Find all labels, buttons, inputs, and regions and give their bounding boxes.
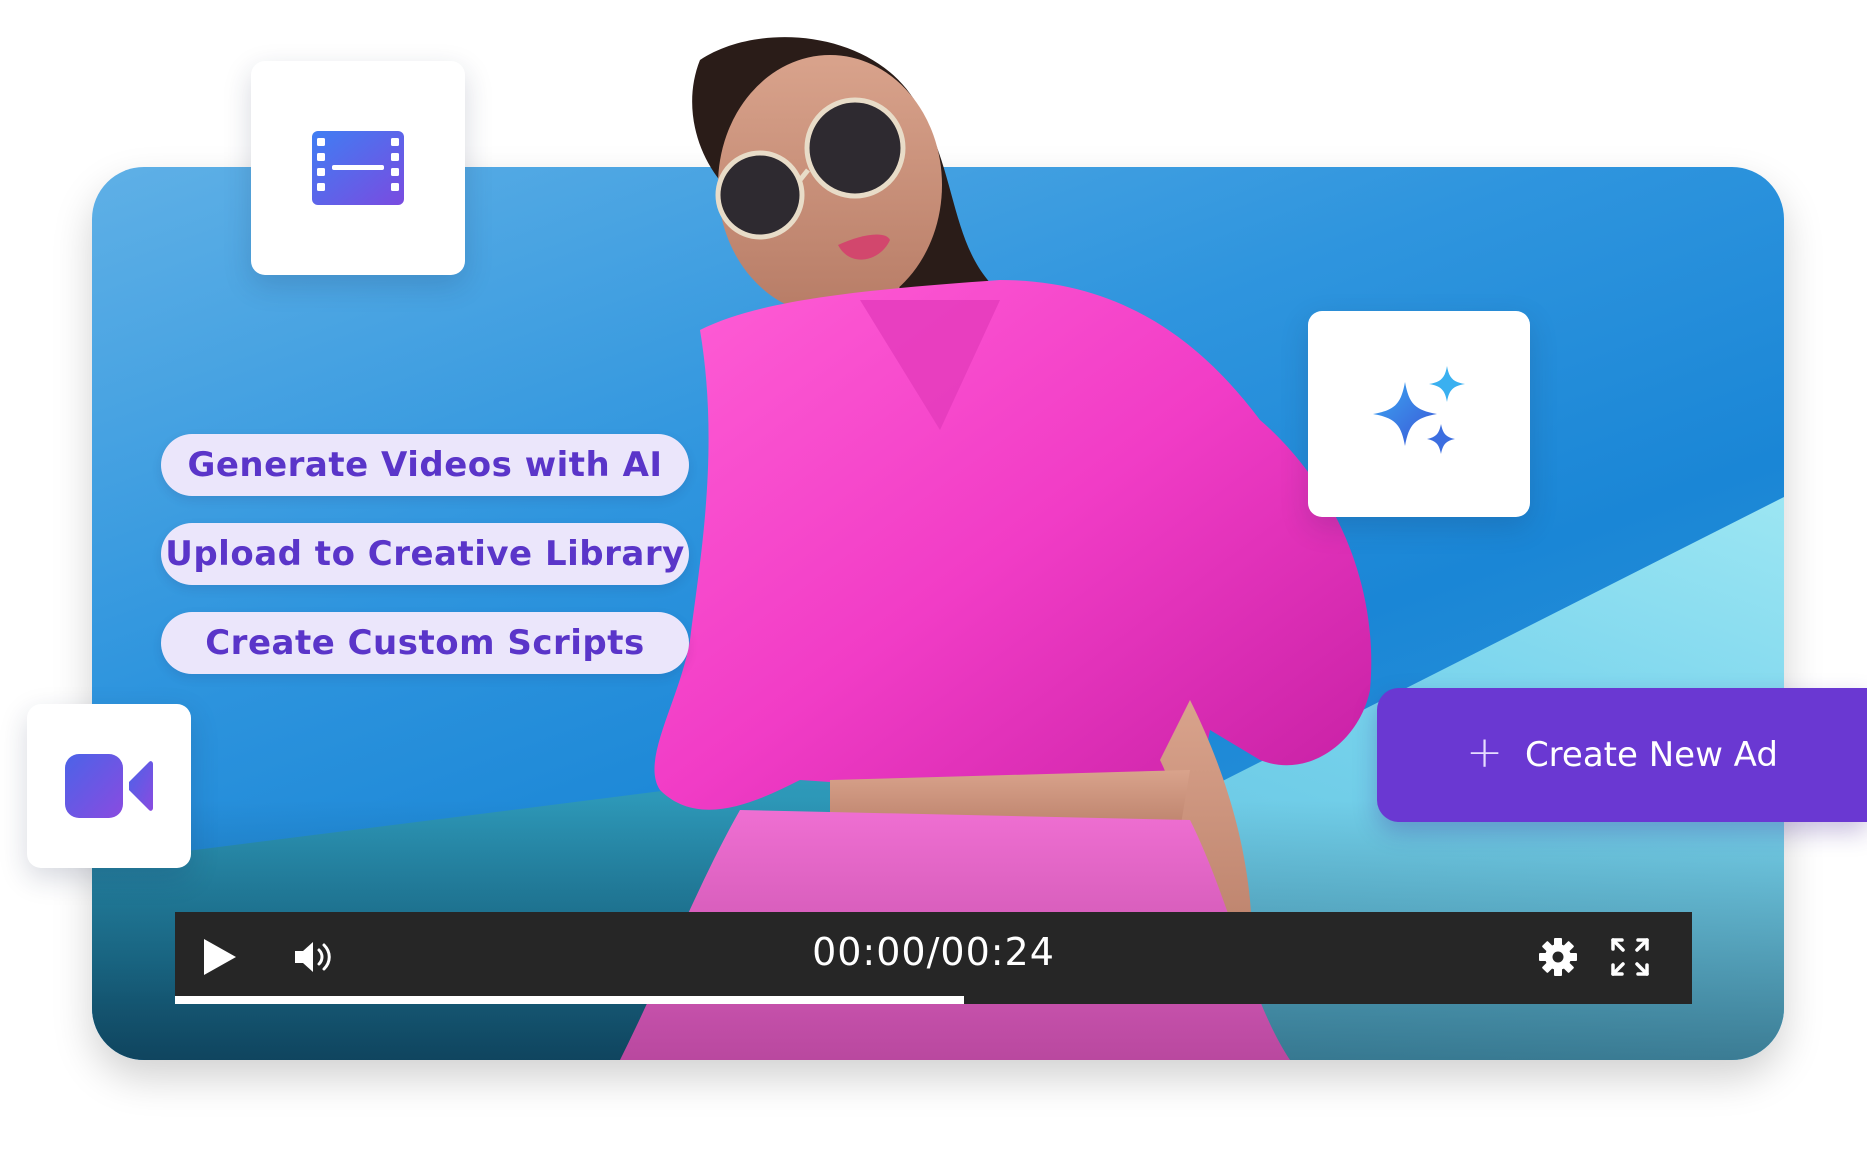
settings-button[interactable] xyxy=(1535,934,1581,980)
create-new-ad-button[interactable]: + Create New Ad xyxy=(1377,688,1867,822)
settings-icon xyxy=(1539,938,1577,976)
film-strip-icon xyxy=(312,131,404,205)
film-strip-tile[interactable] xyxy=(251,61,465,275)
feature-pill-generate-videos[interactable]: Generate Videos with AI xyxy=(161,434,689,496)
feature-pill-label: Create Custom Scripts xyxy=(205,623,645,663)
video-camera-icon xyxy=(65,754,153,818)
create-new-ad-label: Create New Ad xyxy=(1524,735,1778,775)
video-camera-tile[interactable] xyxy=(27,704,191,868)
feature-pill-label: Generate Videos with AI xyxy=(187,445,663,485)
feature-pill-custom-scripts[interactable]: Create Custom Scripts xyxy=(161,612,689,674)
playback-time: 00:00/00:24 xyxy=(812,930,1055,974)
sparkles-icon xyxy=(1373,366,1465,454)
plus-icon: + xyxy=(1466,727,1503,778)
video-player-controls: 00:00/00:24 xyxy=(175,912,1692,1004)
feature-pill-upload-library[interactable]: Upload to Creative Library xyxy=(161,523,689,585)
fullscreen-button[interactable] xyxy=(1607,934,1653,980)
sparkles-tile[interactable] xyxy=(1308,311,1530,517)
progress-fill xyxy=(175,996,964,1004)
fullscreen-icon xyxy=(1611,938,1649,976)
progress-track[interactable] xyxy=(175,996,1692,1004)
feature-pill-label: Upload to Creative Library xyxy=(165,534,685,574)
